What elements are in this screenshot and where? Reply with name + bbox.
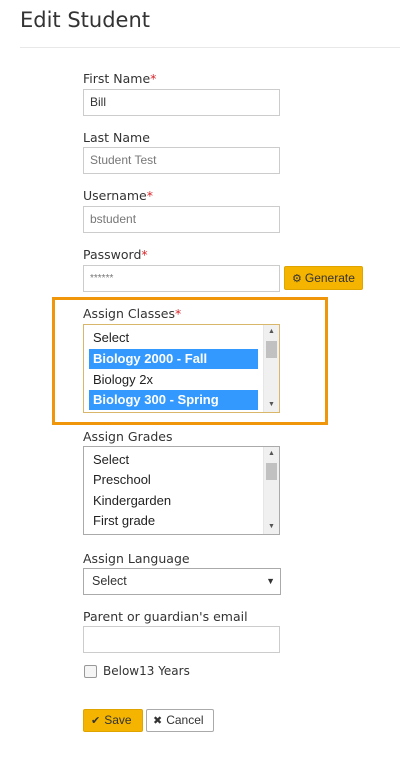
page-title: Edit Student [20,8,151,32]
password-input[interactable]: ****** [83,265,280,292]
grade-option[interactable]: Kindergarden [89,491,258,511]
first-name-input[interactable]: Bill [83,89,280,116]
assign-grades-label: Assign Grades [83,429,173,444]
class-option[interactable]: Select [89,328,258,348]
cancel-label: Cancel [166,713,204,727]
language-selected-value: Select [92,574,127,588]
cancel-button[interactable]: ✖ Cancel [146,709,214,732]
save-label: Save [104,713,132,727]
check-icon: ✔ [91,715,101,727]
scroll-down-arrow-icon[interactable]: ▼ [264,398,279,412]
grade-option[interactable]: First grade [89,511,258,531]
gear-icon: ⚙ [292,273,302,285]
required-marker: * [174,306,182,321]
scroll-down-arrow-icon[interactable]: ▼ [264,520,279,534]
username-label: Username* [83,188,153,203]
last-name-input[interactable]: Student Test [83,147,280,174]
scrollbar[interactable]: ▲ ▼ [263,325,279,412]
scroll-up-arrow-icon[interactable]: ▲ [264,447,279,461]
generate-label: Generate [304,271,355,285]
assign-grades-listbox[interactable]: Select Preschool Kindergarden First grad… [83,446,280,535]
assign-classes-listbox[interactable]: Select Biology 2000 - Fall Biology 2x Bi… [83,324,280,413]
first-name-label: First Name* [83,71,157,86]
required-marker: * [146,188,153,203]
password-label: Password* [83,247,148,262]
required-marker: * [150,71,157,86]
class-option[interactable]: Biology 2000 - Fall [89,349,258,369]
last-name-label: Last Name [83,130,150,145]
generate-password-button[interactable]: ⚙ Generate [284,266,363,290]
scrollbar[interactable]: ▲ ▼ [263,447,279,534]
title-divider [20,47,400,48]
assign-language-select[interactable]: Select ▼ [83,568,281,595]
scroll-up-arrow-icon[interactable]: ▲ [264,325,279,339]
save-button[interactable]: ✔ Save [83,709,143,732]
class-option[interactable]: Biology 2x [89,370,258,390]
username-input[interactable]: bstudent [83,206,280,233]
class-option[interactable]: Biology 300 - Spring [89,390,258,410]
guardian-email-input[interactable] [83,626,280,653]
grade-option[interactable]: Select [89,450,258,470]
assign-classes-label: Assign Classes* [83,306,182,321]
required-marker: * [141,247,148,262]
scroll-thumb[interactable] [266,463,277,480]
assign-language-label: Assign Language [83,551,190,566]
dropdown-caret-icon: ▼ [266,576,275,586]
below13-checkbox[interactable] [84,665,97,678]
below13-label: Below13 Years [103,664,190,678]
grade-option[interactable]: Preschool [89,470,258,490]
guardian-email-label: Parent or guardian's email [83,609,248,624]
close-icon: ✖ [153,715,163,727]
scroll-thumb[interactable] [266,341,277,358]
